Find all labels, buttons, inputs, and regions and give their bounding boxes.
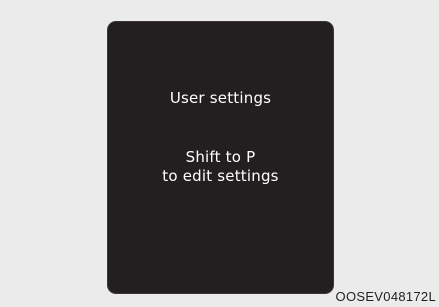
figure-code-label: OOSEV048172L — [335, 289, 436, 304]
shift-to-park-message: Shift to P to edit settings — [108, 148, 333, 186]
message-line-2: to edit settings — [162, 167, 279, 185]
message-line-1: Shift to P — [185, 148, 256, 166]
cluster-display-screen: User settings Shift to P to edit setting… — [107, 21, 334, 294]
user-settings-title: User settings — [169, 89, 272, 107]
